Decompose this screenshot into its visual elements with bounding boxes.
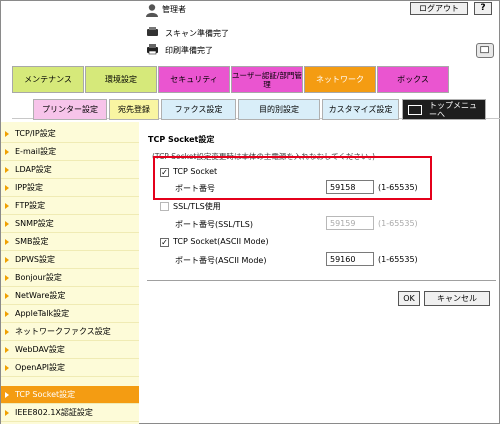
arrow-right-icon — [5, 131, 9, 137]
arrow-right-icon — [5, 203, 9, 209]
tab-security[interactable]: セキュリティ — [158, 66, 230, 93]
sidebar-item-snmp[interactable]: SNMP設定 — [1, 215, 139, 233]
subtab-printer[interactable]: プリンター設定 — [33, 99, 107, 120]
sidebar-item-label: IEEE802.1X認証設定 — [15, 408, 93, 417]
sidebar-item-smb[interactable]: SMB設定 — [1, 233, 139, 251]
ascii-mode-label: TCP Socket(ASCII Mode) — [173, 237, 269, 246]
ssl-tls-label: SSL/TLS使用 — [173, 202, 221, 211]
sidebar-item-bonjour[interactable]: Bonjour設定 — [1, 269, 139, 287]
arrow-right-icon — [5, 347, 9, 353]
ascii-mode-port-range: (1-65535) — [378, 255, 418, 264]
logout-button[interactable]: ログアウト — [410, 2, 468, 15]
sidebar-item-label: AppleTalk設定 — [15, 309, 70, 318]
tcp-socket-port-range: (1-65535) — [378, 183, 418, 192]
sidebar-item-label: Bonjour設定 — [15, 273, 62, 282]
tcp-socket-port-input[interactable] — [326, 180, 374, 194]
tcp-socket-label: TCP Socket — [173, 167, 218, 176]
arrow-right-icon — [5, 365, 9, 371]
arrow-right-icon — [5, 311, 9, 317]
arrow-right-icon — [5, 329, 9, 335]
sidebar-item-label: FTP設定 — [15, 201, 46, 210]
sidebar-item-label: TCP/IP設定 — [15, 129, 56, 138]
ok-button[interactable]: OK — [398, 291, 420, 306]
sidebar-item-label: LDAP設定 — [15, 165, 52, 174]
arrow-right-icon — [5, 257, 9, 263]
tab-maintenance[interactable]: メンテナンス — [12, 66, 84, 93]
sidebar-item-email[interactable]: E-mail設定 — [1, 143, 139, 161]
sidebar-item-ieee8021x[interactable]: IEEE802.1X認証設定 — [1, 404, 139, 422]
cancel-button[interactable]: キャンセル — [424, 291, 490, 306]
sidebar-item-netware[interactable]: NetWare設定 — [1, 287, 139, 305]
arrow-right-icon — [5, 167, 9, 173]
sidebar-item-label: ネットワークファクス設定 — [15, 327, 111, 336]
subtab-top-menu[interactable]: トップメニューへ — [402, 99, 486, 120]
arrow-right-icon — [5, 275, 9, 281]
arrow-right-icon — [5, 239, 9, 245]
ssl-tls-port-label: ポート番号(SSL/TLS) — [175, 220, 253, 229]
subtab-top-menu-label: トップメニューへ — [429, 100, 477, 119]
tab-network[interactable]: ネットワーク — [304, 66, 376, 93]
ascii-mode-checkbox[interactable]: ✓ — [160, 238, 169, 247]
tcp-socket-port-label: ポート番号 — [175, 184, 215, 193]
help-button[interactable]: ? — [474, 2, 492, 15]
printer-icon — [147, 44, 158, 55]
ssl-tls-port-input[interactable] — [326, 216, 374, 230]
ssl-tls-checkbox[interactable] — [160, 202, 169, 211]
content-divider — [147, 280, 496, 281]
subtab-fax[interactable]: ファクス設定 — [161, 99, 236, 120]
sidebar-item-label: E-mail設定 — [15, 147, 57, 156]
user-name: 管理者 — [162, 5, 186, 14]
sidebar-item-label: IPP設定 — [15, 183, 44, 192]
sidebar-item-ftp[interactable]: FTP設定 — [1, 197, 139, 215]
sidebar-item-ipp[interactable]: IPP設定 — [1, 179, 139, 197]
sidebar-item-appletalk[interactable]: AppleTalk設定 — [1, 305, 139, 323]
tcp-socket-checkbox[interactable]: ✓ — [160, 168, 169, 177]
admin-user-icon — [146, 4, 158, 17]
sidebar-item-label: OpenAPI設定 — [15, 363, 66, 372]
arrow-right-icon — [5, 392, 9, 398]
page-title: TCP Socket設定 — [148, 135, 215, 144]
tab-user-auth[interactable]: ユーザー認証/部門管理 — [231, 66, 303, 93]
sidebar-item-label: DPWS設定 — [15, 255, 55, 264]
subtab-purpose[interactable]: 目的別設定 — [238, 99, 320, 120]
ascii-mode-port-input[interactable] — [326, 252, 374, 266]
arrow-right-icon — [5, 221, 9, 227]
ssl-tls-port-range: (1-65535) — [378, 219, 418, 228]
sidebar-item-tcp-socket[interactable]: TCP Socket設定 — [1, 386, 139, 404]
sidebar-item-label: SNMP設定 — [15, 219, 54, 228]
sidebar-item-label: NetWare設定 — [15, 291, 66, 300]
home-menu-icon — [408, 105, 422, 115]
sidebar-item-label: WebDAV設定 — [15, 345, 65, 354]
tab-environment[interactable]: 環境設定 — [85, 66, 157, 93]
expand-icon — [480, 46, 489, 54]
scan-status: スキャン準備完了 — [165, 29, 229, 38]
sidebar-item-ldap[interactable]: LDAP設定 — [1, 161, 139, 179]
arrow-right-icon — [5, 185, 9, 191]
subtab-destination[interactable]: 宛先登録 — [109, 99, 159, 120]
subtab-customize[interactable]: カスタマイズ設定 — [322, 99, 399, 120]
sidebar-item-label: TCP Socket設定 — [15, 390, 76, 399]
sidebar-item-webdav[interactable]: WebDAV設定 — [1, 341, 139, 359]
arrow-right-icon — [5, 149, 9, 155]
arrow-right-icon — [5, 410, 9, 416]
print-status: 印刷準備完了 — [165, 46, 213, 55]
sidebar-item-openapi[interactable]: OpenAPI設定 — [1, 359, 139, 377]
sidebar-item-tcpip[interactable]: TCP/IP設定 — [1, 125, 139, 143]
sidebar-item-label: SMB設定 — [15, 237, 49, 246]
arrow-right-icon — [5, 293, 9, 299]
tab-box[interactable]: ボックス — [377, 66, 449, 93]
scanner-icon — [147, 27, 158, 36]
sidebar-item-dpws[interactable]: DPWS設定 — [1, 251, 139, 269]
sidebar-item-network-fax[interactable]: ネットワークファクス設定 — [1, 323, 139, 341]
panel-toggle-button[interactable] — [476, 43, 494, 58]
ascii-mode-port-label: ポート番号(ASCII Mode) — [175, 256, 267, 265]
